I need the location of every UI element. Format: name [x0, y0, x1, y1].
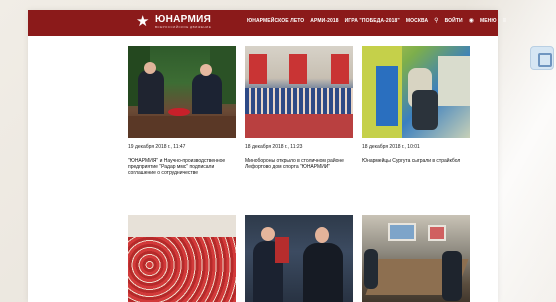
news-date: 19 декабря 2018 г., 11:47 [128, 144, 186, 150]
nav-item-city[interactable]: МОСКВА [406, 18, 428, 24]
news-card[interactable] [362, 215, 470, 302]
news-thumbnail[interactable] [128, 215, 236, 302]
star-logo-icon: ★ [136, 13, 150, 30]
location-pin-icon[interactable]: ⚲ [434, 18, 438, 24]
news-card[interactable] [128, 215, 236, 302]
news-card[interactable] [245, 215, 353, 302]
news-card[interactable]: 18 декабря 2018 г., 10:01 Юнармейцы Сург… [362, 46, 470, 164]
news-title[interactable]: Минобороны открыло в столичном районе Ле… [245, 158, 353, 170]
web-page: ★ ЮНАРМИЯ ВСЕРОССИЙСКОЕ ДВИЖЕНИЕ ЮНАРМЕЙ… [28, 10, 506, 302]
nav-item-menu[interactable]: МЕНЮ [480, 18, 497, 24]
top-navbar: ★ ЮНАРМИЯ ВСЕРОССИЙСКОЕ ДВИЖЕНИЕ ЮНАРМЕЙ… [28, 10, 506, 36]
user-icon[interactable]: ◉ [469, 18, 474, 24]
browser-extension-icon[interactable] [530, 46, 554, 70]
logo-text: ЮНАРМИЯ [155, 14, 212, 25]
site-logo[interactable]: ★ ЮНАРМИЯ ВСЕРОССИЙСКОЕ ДВИЖЕНИЕ [136, 14, 211, 30]
nav-item-armi[interactable]: АРМИ-2018 [310, 18, 338, 24]
news-thumbnail[interactable] [362, 215, 470, 302]
nav-item-summer[interactable]: ЮНАРМЕЙСКОЕ ЛЕТО [247, 18, 304, 24]
nav-item-game[interactable]: ИГРА "ПОБЕДА-2018" [345, 18, 400, 24]
hamburger-menu-icon[interactable]: ≡ [503, 18, 507, 24]
news-thumbnail[interactable] [245, 215, 353, 302]
news-thumbnail[interactable] [362, 46, 470, 138]
news-thumbnail[interactable] [128, 46, 236, 138]
nav-menu: ЮНАРМЕЙСКОЕ ЛЕТО АРМИ-2018 ИГРА "ПОБЕДА-… [247, 18, 506, 24]
news-title[interactable]: "ЮНАРМИЯ" и Научно-производственное пред… [128, 158, 236, 176]
news-card[interactable]: 18 декабря 2018 г., 11:23 Минобороны отк… [245, 46, 353, 170]
news-date: 18 декабря 2018 г., 11:23 [245, 144, 303, 150]
nav-item-login[interactable]: ВОЙТИ [445, 18, 463, 24]
logo-subtitle: ВСЕРОССИЙСКОЕ ДВИЖЕНИЕ [155, 25, 212, 29]
news-thumbnail[interactable] [245, 46, 353, 138]
news-date: 18 декабря 2018 г., 10:01 [362, 144, 420, 150]
news-card[interactable]: 19 декабря 2018 г., 11:47 "ЮНАРМИЯ" и На… [128, 46, 236, 176]
news-title[interactable]: Юнармейцы Сургута сыграли в страйкбол [362, 158, 470, 164]
